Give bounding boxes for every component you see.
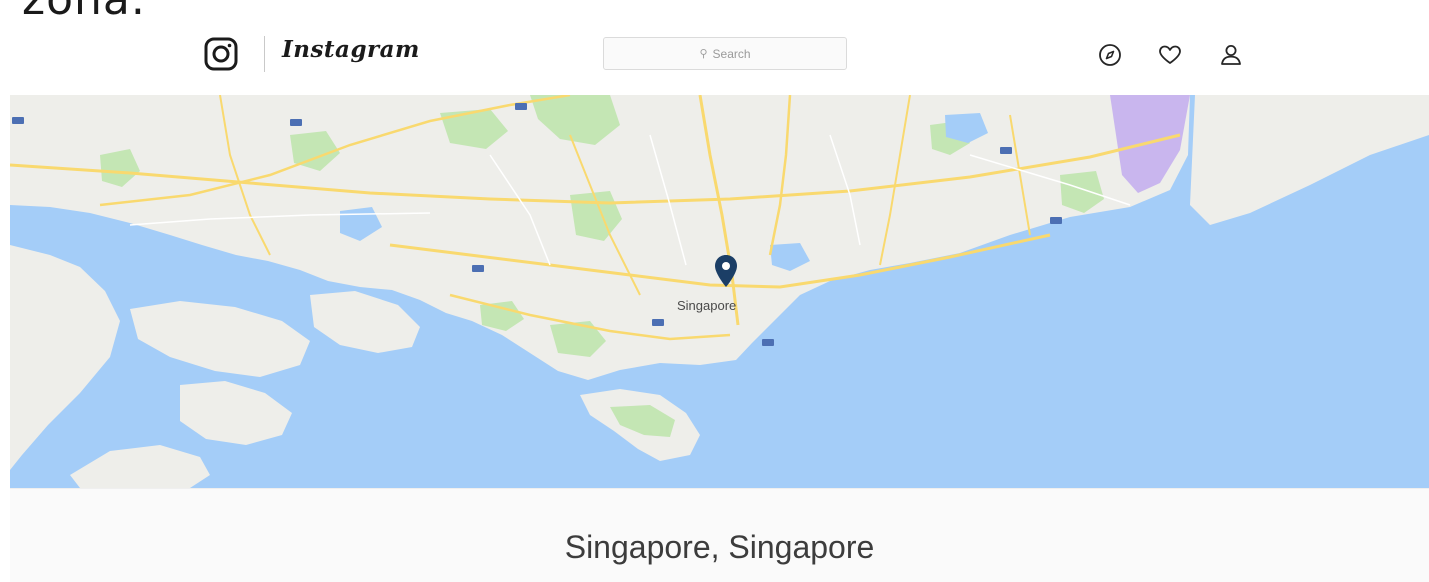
camera-icon[interactable] [203,36,239,72]
person-icon[interactable] [1218,42,1244,68]
page-caption-fragment: zona. [22,0,146,25]
location-map[interactable]: Singapore [10,95,1429,488]
heart-icon[interactable] [1157,42,1183,68]
location-title: Singapore, Singapore [564,529,875,565]
magnifier-icon: ⚲ [699,48,708,60]
top-navigation-bar: Instagram ⚲ Search [0,26,1429,90]
compass-icon[interactable] [1097,42,1123,68]
search-placeholder: Search [712,46,751,61]
location-header: Singapore, Singapore [10,488,1429,582]
map-canvas [10,95,1429,488]
search-input[interactable]: ⚲ Search [603,37,847,70]
logo-divider [264,36,265,72]
location-pin-icon[interactable] [713,254,739,288]
map-city-label: Singapore [677,298,737,313]
instagram-wordmark[interactable]: Instagram [282,36,420,63]
